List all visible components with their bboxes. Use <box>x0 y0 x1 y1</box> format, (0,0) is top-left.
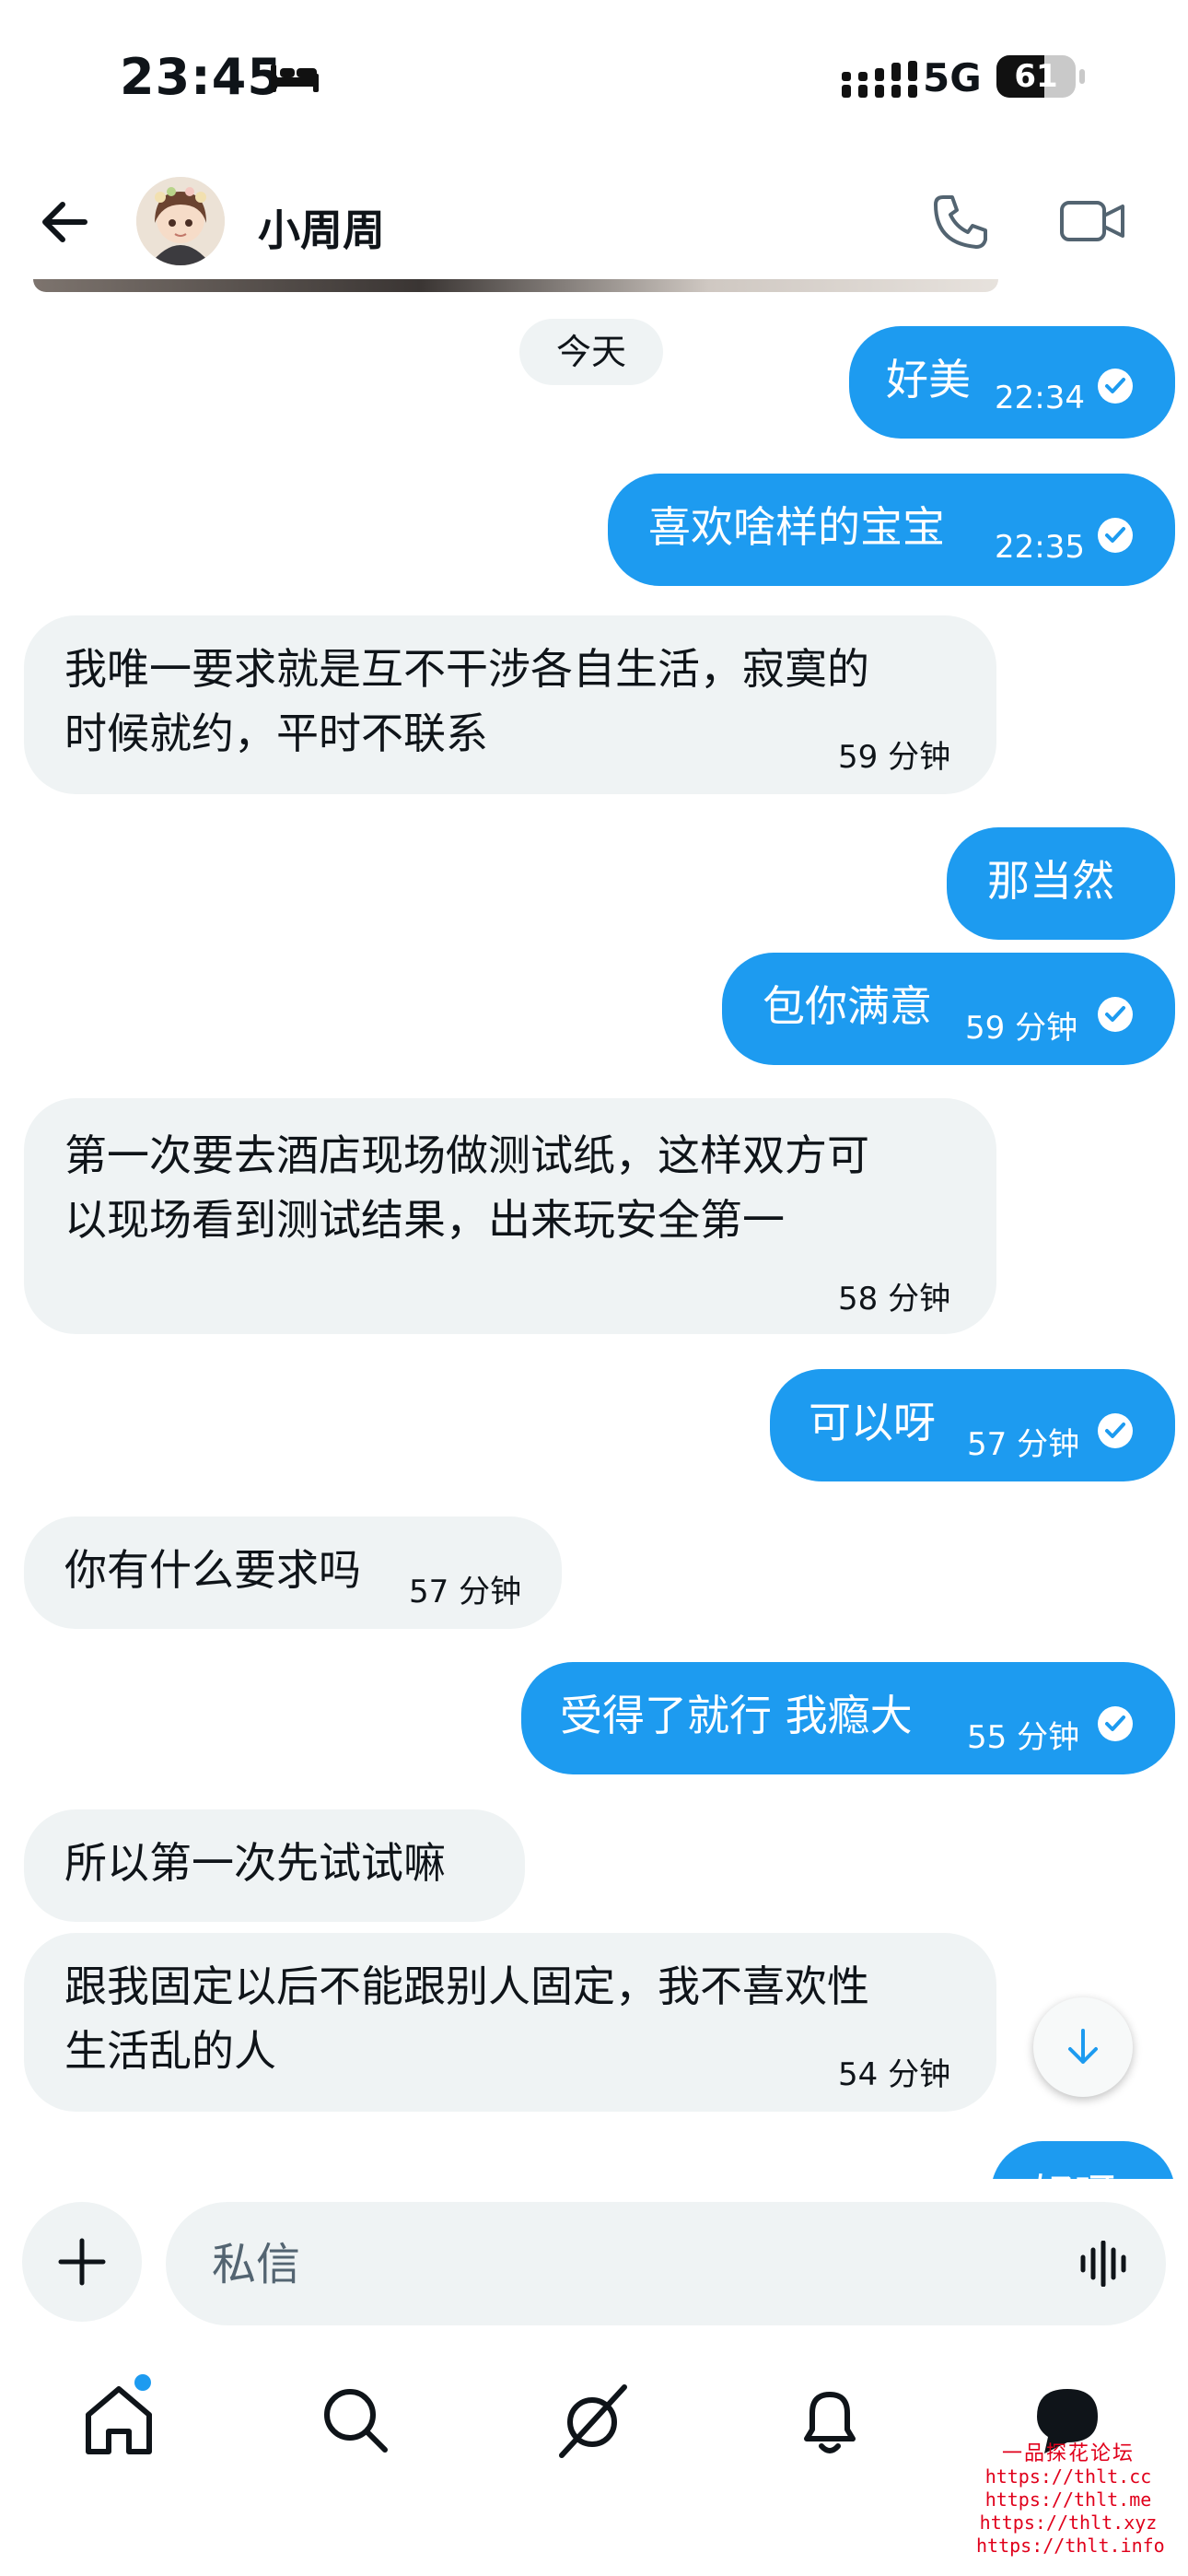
message-bubble-outgoing[interactable]: 好呀 <box>991 2141 1175 2179</box>
checkmark-icon <box>1098 1413 1133 1448</box>
message-bubble-outgoing[interactable]: 喜欢啥样的宝宝 22:35 <box>608 474 1175 586</box>
message-text-line: 时候就约，平时不联系 <box>64 708 488 758</box>
message-time: 22:34 <box>995 380 1085 416</box>
message-bubble-outgoing[interactable]: 那当然 <box>947 827 1175 940</box>
watermark-url: https://thlt.xyz <box>979 2512 1158 2534</box>
message-time: 59 分钟 <box>965 1010 1078 1047</box>
message-text: 包你满意 <box>763 981 932 1031</box>
message-input[interactable] <box>210 2202 1042 2327</box>
battery-level-text: 61 <box>1014 58 1058 95</box>
message-bubble-outgoing[interactable]: 好美 22:34 <box>849 326 1175 439</box>
previous-media-preview[interactable] <box>33 279 998 292</box>
bell-icon[interactable] <box>788 2378 871 2461</box>
message-bubble-incoming[interactable]: 第一次要去酒店现场做测试纸，这样双方可 以现场看到测试结果，出来玩安全第一 58… <box>24 1098 996 1334</box>
conversation-header: 小周周 <box>0 157 1188 286</box>
message-time: 55 分钟 <box>967 1719 1080 1756</box>
battery-indicator: 61 <box>996 55 1076 98</box>
message-list[interactable]: 今天 好美 22:34 喜欢啥样的宝宝 22:35 我唯一要求就是互不干涉各自生… <box>0 295 1188 2179</box>
voice-wave-icon[interactable] <box>1077 2241 1133 2287</box>
add-attachment-button[interactable] <box>22 2202 142 2322</box>
watermark-url: https://thlt.info <box>976 2535 1165 2557</box>
notification-dot <box>134 2374 151 2391</box>
plus-icon <box>58 2238 106 2286</box>
contact-name[interactable]: 小周周 <box>258 197 385 258</box>
watermark-url: https://thlt.cc <box>984 2465 1152 2488</box>
day-separator: 今天 <box>519 319 663 385</box>
home-icon[interactable] <box>77 2378 160 2461</box>
message-time: 57 分钟 <box>409 1574 522 1610</box>
watermark-url: https://thlt.me <box>984 2488 1152 2511</box>
message-composer <box>0 2179 1188 2327</box>
message-bubble-incoming[interactable]: 跟我固定以后不能跟别人固定，我不喜欢性 生活乱的人 54 分钟 <box>24 1933 996 2112</box>
checkmark-icon <box>1098 1706 1133 1741</box>
message-bubble-incoming[interactable]: 所以第一次先试试嘛 <box>24 1809 525 1922</box>
status-time: 23:45 <box>120 48 283 106</box>
message-text-line: 跟我固定以后不能跟别人固定，我不喜欢性 <box>64 1961 869 2011</box>
avatar[interactable] <box>136 177 225 265</box>
message-input-container[interactable] <box>166 2202 1166 2327</box>
message-text: 你有什么要求吗 <box>64 1545 361 1595</box>
phone-icon[interactable] <box>930 192 991 252</box>
message-bubble-outgoing[interactable]: 包你满意 59 分钟 <box>722 953 1175 1065</box>
signal-icon <box>842 61 917 98</box>
message-text: 喜欢啥样的宝宝 <box>648 502 945 552</box>
checkmark-icon <box>1098 997 1133 1032</box>
message-text-line: 第一次要去酒店现场做测试纸，这样双方可 <box>64 1130 869 1180</box>
grok-icon[interactable] <box>551 2378 634 2461</box>
scroll-to-bottom-button[interactable] <box>1033 1997 1133 2097</box>
watermark: 一品探花论坛 https://thlt.cc https://thlt.me h… <box>976 2442 1165 2558</box>
message-text: 那当然 <box>987 856 1114 906</box>
search-icon[interactable] <box>313 2378 396 2461</box>
message-text: 好美 <box>886 355 971 404</box>
message-bubble-outgoing[interactable]: 受得了就行 我瘾大 55 分钟 <box>521 1662 1175 1774</box>
message-text: 可以呀 <box>809 1398 936 1447</box>
message-time: 22:35 <box>995 529 1085 566</box>
video-icon[interactable] <box>1059 195 1125 247</box>
message-time: 57 分钟 <box>967 1426 1080 1463</box>
message-bubble-outgoing[interactable]: 可以呀 57 分钟 <box>770 1369 1175 1481</box>
message-text: 好呀 <box>1031 2161 1116 2179</box>
message-text-line: 我唯一要求就是互不干涉各自生活，寂寞的 <box>64 644 869 694</box>
back-arrow-icon[interactable] <box>37 193 94 251</box>
message-time: 54 分钟 <box>838 2056 951 2093</box>
message-time: 59 分钟 <box>838 739 951 776</box>
arrow-down-icon <box>1068 2029 1098 2064</box>
checkmark-icon <box>1098 518 1133 553</box>
message-text: 所以第一次先试试嘛 <box>64 1838 446 1888</box>
avatar-image <box>136 177 225 265</box>
message-bubble-incoming[interactable]: 你有什么要求吗 57 分钟 <box>24 1516 562 1629</box>
status-bar: 23:45 5G 61 <box>0 0 1188 157</box>
bed-icon <box>271 64 319 92</box>
checkmark-icon <box>1098 369 1133 404</box>
message-time: 58 分钟 <box>838 1281 951 1317</box>
network-type: 5G <box>923 55 982 100</box>
bottom-navigation: 一品探花论坛 https://thlt.cc https://thlt.me h… <box>0 2326 1188 2576</box>
message-text-line: 以现场看到测试结果，出来玩安全第一 <box>64 1195 785 1245</box>
watermark-title: 一品探花论坛 <box>1001 2442 1135 2465</box>
battery-cap <box>1079 69 1085 84</box>
message-text-line: 生活乱的人 <box>64 2026 276 2076</box>
message-bubble-incoming[interactable]: 我唯一要求就是互不干涉各自生活，寂寞的 时候就约，平时不联系 59 分钟 <box>24 615 996 794</box>
message-text: 受得了就行 我瘾大 <box>560 1691 913 1740</box>
